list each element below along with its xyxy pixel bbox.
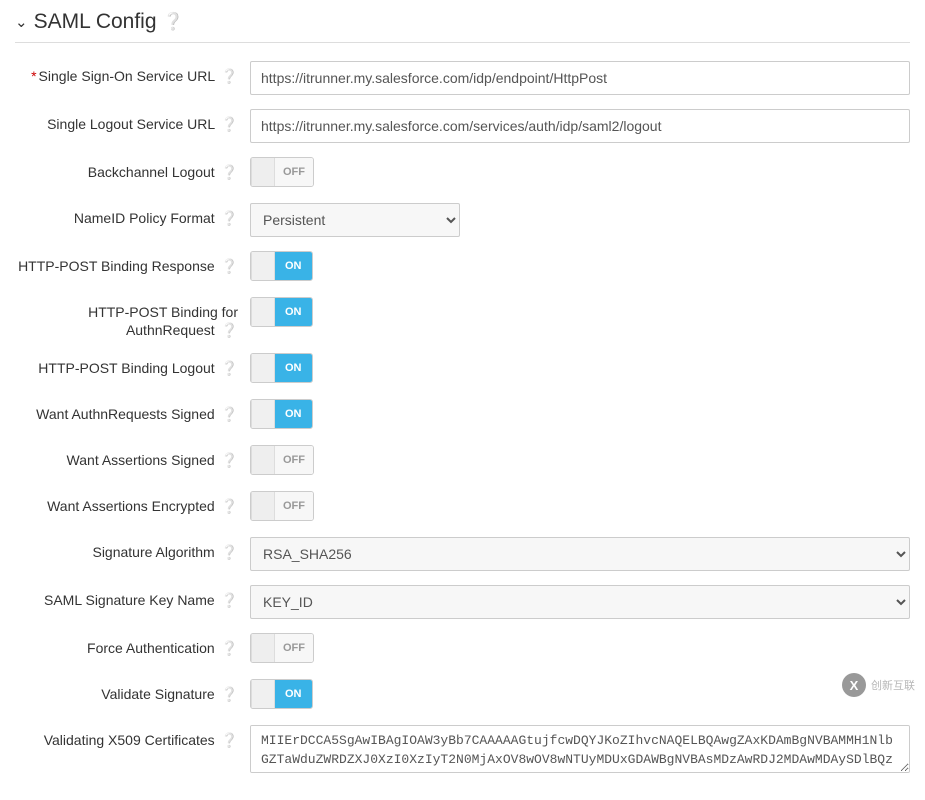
watermark-icon: X [842, 673, 866, 697]
row-http-post-logout: HTTP-POST Binding Logout ❔ ON [15, 353, 910, 385]
watermark: X 创新互联 [842, 673, 915, 697]
label-http-post-logout: HTTP-POST Binding Logout ❔ [15, 353, 250, 377]
label-validate-signature: Validate Signature ❔ [15, 679, 250, 703]
row-http-post-authnrequest: HTTP-POST Binding for AuthnRequest ❔ ON [15, 297, 910, 339]
label-want-assertions-encrypted: Want Assertions Encrypted ❔ [15, 491, 250, 515]
row-slo-url: Single Logout Service URL ❔ [15, 109, 910, 143]
toggle-handle [251, 446, 275, 474]
help-icon[interactable]: ❔ [221, 116, 238, 132]
toggle-label: OFF [275, 634, 313, 662]
row-want-assertions-encrypted: Want Assertions Encrypted ❔ OFF [15, 491, 910, 523]
toggle-label: OFF [275, 158, 313, 186]
toggle-label: ON [275, 400, 312, 428]
toggle-label: ON [275, 680, 312, 708]
http-post-authnrequest-toggle[interactable]: ON [250, 297, 313, 327]
toggle-handle [251, 400, 275, 428]
help-icon[interactable]: ❔ [163, 12, 184, 32]
help-icon[interactable]: ❔ [221, 322, 238, 338]
label-signature-algorithm: Signature Algorithm ❔ [15, 537, 250, 561]
row-want-assertions-signed: Want Assertions Signed ❔ OFF [15, 445, 910, 477]
http-post-logout-toggle[interactable]: ON [250, 353, 313, 383]
toggle-handle [251, 634, 275, 662]
toggle-handle [251, 492, 275, 520]
toggle-handle [251, 298, 275, 326]
want-assertions-signed-toggle[interactable]: OFF [250, 445, 314, 475]
toggle-handle [251, 158, 275, 186]
help-icon[interactable]: ❔ [221, 592, 238, 608]
help-icon[interactable]: ❔ [221, 498, 238, 514]
backchannel-logout-toggle[interactable]: OFF [250, 157, 314, 187]
label-want-assertions-signed: Want Assertions Signed ❔ [15, 445, 250, 469]
row-force-authentication: Force Authentication ❔ OFF [15, 633, 910, 665]
row-http-post-response: HTTP-POST Binding Response ❔ ON [15, 251, 910, 283]
label-http-post-authnrequest: HTTP-POST Binding for AuthnRequest ❔ [15, 297, 250, 339]
validate-signature-toggle[interactable]: ON [250, 679, 313, 709]
force-authentication-toggle[interactable]: OFF [250, 633, 314, 663]
help-icon[interactable]: ❔ [221, 452, 238, 468]
chevron-down-icon: ⌄ [15, 13, 28, 31]
row-backchannel-logout: Backchannel Logout ❔ OFF [15, 157, 910, 189]
toggle-label: OFF [275, 446, 313, 474]
section-title: SAML Config [34, 10, 157, 34]
help-icon[interactable]: ❔ [221, 164, 238, 180]
label-force-authentication: Force Authentication ❔ [15, 633, 250, 657]
help-icon[interactable]: ❔ [221, 686, 238, 702]
label-validating-x509-certs: Validating X509 Certificates ❔ [15, 725, 250, 749]
help-icon[interactable]: ❔ [221, 210, 238, 226]
row-signature-algorithm: Signature Algorithm ❔ RSA_SHA256 [15, 537, 910, 571]
want-authnrequests-signed-toggle[interactable]: ON [250, 399, 313, 429]
required-indicator: * [31, 68, 36, 84]
label-slo-url: Single Logout Service URL ❔ [15, 109, 250, 133]
help-icon[interactable]: ❔ [221, 360, 238, 376]
toggle-label: ON [275, 298, 312, 326]
signature-algorithm-select[interactable]: RSA_SHA256 [250, 537, 910, 571]
label-sso-url: *Single Sign-On Service URL ❔ [15, 61, 250, 85]
slo-url-input[interactable] [250, 109, 910, 143]
help-icon[interactable]: ❔ [221, 640, 238, 656]
row-want-authnrequests-signed: Want AuthnRequests Signed ❔ ON [15, 399, 910, 431]
http-post-response-toggle[interactable]: ON [250, 251, 313, 281]
section-header[interactable]: ⌄ SAML Config ❔ [15, 10, 910, 43]
help-icon[interactable]: ❔ [221, 544, 238, 560]
label-backchannel-logout: Backchannel Logout ❔ [15, 157, 250, 181]
toggle-handle [251, 680, 275, 708]
row-saml-signature-key-name: SAML Signature Key Name ❔ KEY_ID [15, 585, 910, 619]
nameid-policy-select[interactable]: Persistent [250, 203, 460, 237]
validating-x509-certs-textarea[interactable] [250, 725, 910, 773]
label-saml-signature-key-name: SAML Signature Key Name ❔ [15, 585, 250, 609]
row-nameid-policy: NameID Policy Format ❔ Persistent [15, 203, 910, 237]
row-validating-x509-certs: Validating X509 Certificates ❔ [15, 725, 910, 776]
want-assertions-encrypted-toggle[interactable]: OFF [250, 491, 314, 521]
label-nameid-policy: NameID Policy Format ❔ [15, 203, 250, 227]
help-icon[interactable]: ❔ [221, 406, 238, 422]
toggle-handle [251, 252, 275, 280]
toggle-label: ON [275, 252, 312, 280]
toggle-label: OFF [275, 492, 313, 520]
label-http-post-response: HTTP-POST Binding Response ❔ [15, 251, 250, 275]
help-icon[interactable]: ❔ [221, 732, 238, 748]
sso-url-input[interactable] [250, 61, 910, 95]
help-icon[interactable]: ❔ [221, 68, 238, 84]
watermark-text: 创新互联 [871, 677, 915, 693]
help-icon[interactable]: ❔ [221, 258, 238, 274]
saml-signature-key-name-select[interactable]: KEY_ID [250, 585, 910, 619]
label-want-authnrequests-signed: Want AuthnRequests Signed ❔ [15, 399, 250, 423]
row-sso-url: *Single Sign-On Service URL ❔ [15, 61, 910, 95]
toggle-label: ON [275, 354, 312, 382]
toggle-handle [251, 354, 275, 382]
